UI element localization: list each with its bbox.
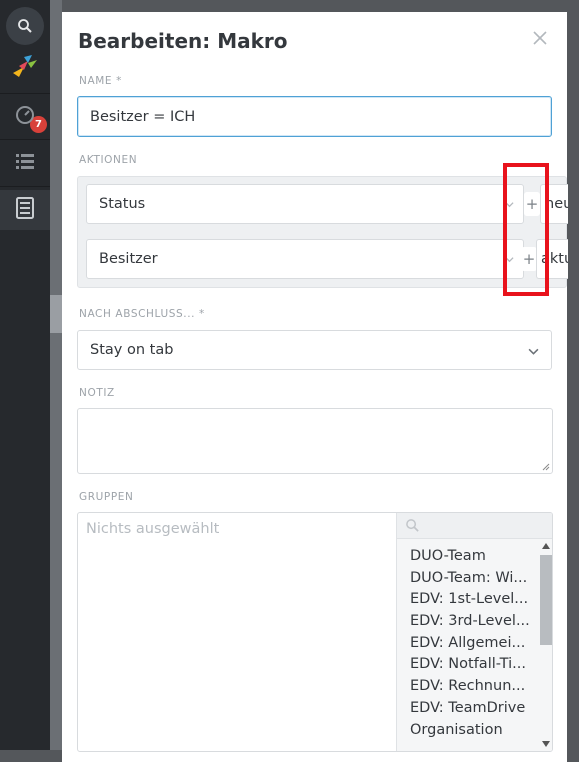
list-item[interactable]: Organisation xyxy=(410,720,530,742)
groups-scrollbar[interactable] xyxy=(537,539,552,751)
document-icon[interactable] xyxy=(16,196,34,224)
after-completion-value: Stay on tab xyxy=(90,342,174,358)
action-attribute-label: Status xyxy=(99,196,146,212)
note-textarea[interactable] xyxy=(77,408,553,474)
list-item[interactable]: EDV: TeamDrive xyxy=(410,698,530,720)
resize-handle-icon[interactable] xyxy=(542,463,550,471)
close-button[interactable] xyxy=(529,29,551,51)
scrollbar-thumb[interactable] xyxy=(540,555,552,645)
groups-multiselect: Nichts ausgewählt DUO-Team DUO-Team: Wi.… xyxy=(77,512,553,752)
close-icon[interactable] xyxy=(533,30,547,50)
actions-container: Status + neu Besitzer + aktu xyxy=(77,176,568,288)
groups-label: GRUPPEN xyxy=(79,491,134,503)
list-item[interactable]: EDV: 1st-Level... xyxy=(410,589,530,611)
actions-label: AKTIONEN xyxy=(79,154,138,166)
nav-overviews[interactable] xyxy=(0,146,50,180)
bird-logo-icon[interactable] xyxy=(10,53,40,88)
action-attribute-label: Besitzer xyxy=(99,251,158,267)
list-item[interactable]: EDV: Rechnun... xyxy=(410,676,530,698)
chevron-down-icon xyxy=(528,348,539,355)
list-item[interactable]: DUO-Team: Wi... xyxy=(410,568,530,590)
search-icon xyxy=(406,519,419,532)
groups-options-panel: DUO-Team DUO-Team: Wi... EDV: 1st-Level.… xyxy=(396,513,552,751)
name-input[interactable]: Besitzer = ICH xyxy=(77,96,552,137)
list-item[interactable]: DUO-Team xyxy=(410,546,530,568)
groups-option-list: DUO-Team DUO-Team: Wi... EDV: 1st-Level.… xyxy=(410,546,530,741)
nav-notifications[interactable]: 7 xyxy=(0,50,50,133)
list-item[interactable]: EDV: Allgemei... xyxy=(410,633,530,655)
action-attribute-select[interactable]: Besitzer xyxy=(86,239,524,279)
note-label: NOTIZ xyxy=(79,387,115,399)
name-value: Besitzer = ICH xyxy=(90,108,196,125)
edit-macro-modal: Bearbeiten: Makro NAME * Besitzer = ICH … xyxy=(62,12,568,762)
scroll-up-icon[interactable] xyxy=(542,543,550,549)
groups-search-field[interactable] xyxy=(397,513,552,539)
search-icon[interactable] xyxy=(6,7,44,45)
list-item[interactable]: EDV: 3rd-Level... xyxy=(410,611,530,633)
background-content xyxy=(50,0,62,750)
nav-dashboard[interactable] xyxy=(0,100,50,134)
modal-title: Bearbeiten: Makro xyxy=(78,29,288,53)
list-item[interactable]: EDV: Notfall-Ti... xyxy=(410,654,530,676)
nav-tickets[interactable] xyxy=(0,190,50,230)
scroll-down-icon[interactable] xyxy=(542,741,550,747)
after-completion-select[interactable]: Stay on tab xyxy=(77,330,552,370)
nav-search[interactable] xyxy=(0,7,50,45)
highlight-annotation-box xyxy=(503,163,549,296)
after-completion-label: NACH ABSCHLUSS... * xyxy=(79,308,205,320)
list-icon[interactable] xyxy=(15,151,35,176)
action-attribute-select[interactable]: Status xyxy=(86,184,524,224)
groups-selected-placeholder[interactable]: Nichts ausgewählt xyxy=(86,521,219,537)
dashboard-icon[interactable] xyxy=(15,105,35,130)
name-label: NAME * xyxy=(79,75,122,87)
background-highlight xyxy=(50,295,62,333)
nav-rail: 7 xyxy=(0,0,50,750)
